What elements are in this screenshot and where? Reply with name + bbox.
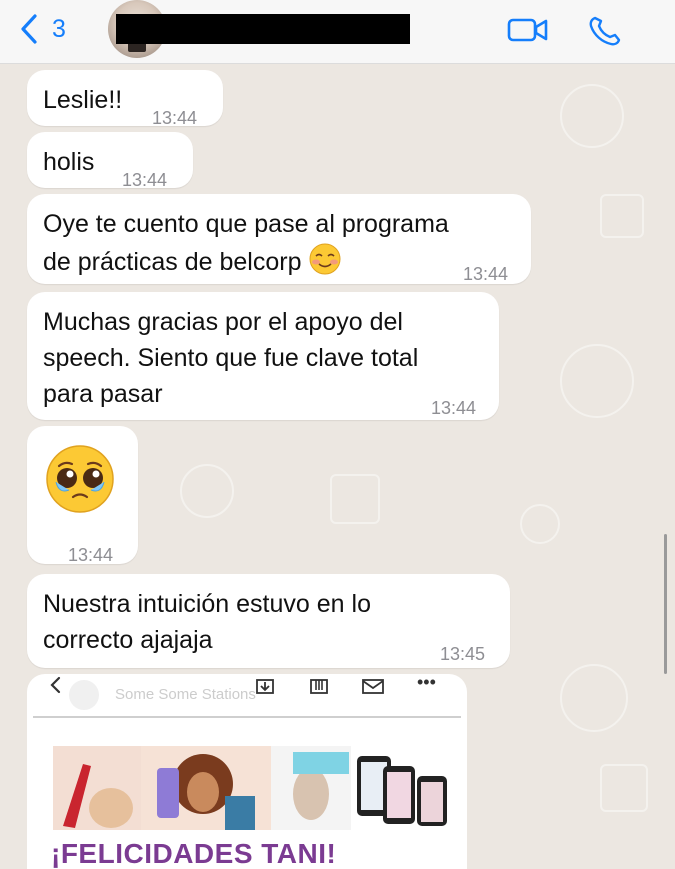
message-text: Oye te cuento que pase al programa de pr… [43, 210, 449, 276]
more-icon: ••• [417, 674, 436, 692]
message-bubble[interactable]: Oye te cuento que pase al programa de pr… [27, 194, 531, 284]
message-time: 13:44 [122, 170, 168, 190]
message-time: 13:45 [440, 644, 486, 664]
message-time: 13:44 [68, 545, 114, 565]
message-time: 13:44 [431, 398, 477, 418]
chevron-left-icon [21, 14, 37, 44]
contact-name-redacted[interactable] [116, 14, 410, 44]
message-text: Leslie!! [43, 86, 123, 114]
screenshot-toolbar: Some Some Stations ••• [27, 674, 467, 714]
avatar [69, 680, 99, 710]
message-bubble[interactable]: Muchas gracias por el apoyo del speech. … [27, 292, 499, 420]
back-icon [50, 676, 61, 694]
message-text: Nuestra intuición estuvo en lo correcto … [43, 590, 371, 654]
unread-count: 3 [52, 14, 66, 43]
download-icon [256, 679, 274, 694]
message-bubble[interactable]: Leslie!! 13:44 [27, 70, 223, 128]
message-time: 13:44 [463, 264, 509, 284]
message-bubble[interactable]: 13:44 [27, 426, 138, 565]
message-bubble[interactable]: Nuestra intuición estuvo en lo correcto … [27, 574, 510, 668]
chat-header: 3 [0, 0, 675, 64]
faded-header-text: Some Some Stations [115, 686, 256, 703]
archive-icon [310, 679, 328, 694]
scrollbar[interactable] [664, 534, 667, 674]
divider [33, 716, 461, 718]
congratulations-caption: ¡FELICIDADES TANI! [51, 838, 337, 869]
message-bubble[interactable]: holis 13:44 [27, 132, 193, 190]
chat-area[interactable]: Leslie!! 13:44 holis 13:44 Oye te cuento… [0, 64, 675, 869]
image-message[interactable]: Some Some Stations ••• ¡FELICIDADES TANI… [27, 674, 467, 869]
pleading-face-with-tears-emoji-icon [46, 445, 114, 513]
message-time: 13:44 [152, 108, 198, 128]
phone-icon[interactable] [586, 14, 630, 46]
smiling-face-emoji-icon [309, 243, 341, 275]
message-text: Muchas gracias por el apoyo del speech. … [43, 308, 419, 408]
mail-icon [362, 679, 384, 694]
promo-banner-image [53, 746, 465, 830]
message-text: holis [43, 148, 95, 176]
video-camera-icon[interactable] [506, 14, 550, 46]
back-button[interactable]: 3 [18, 12, 78, 46]
